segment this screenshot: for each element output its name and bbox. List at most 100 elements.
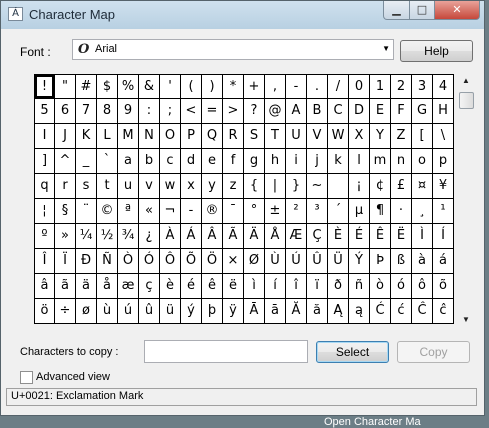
char-cell[interactable]: n [391,149,412,174]
char-cell[interactable]: ø [76,299,97,324]
char-cell[interactable]: E [370,99,391,124]
char-cell[interactable]: v [139,174,160,199]
char-cell[interactable]: Ý [349,249,370,274]
char-cell[interactable]: < [181,99,202,124]
char-cell[interactable]: Â [202,224,223,249]
char-cell[interactable]: î [286,274,307,299]
char-cell[interactable]: ´ [328,199,349,224]
char-cell[interactable]: D [349,99,370,124]
char-cell[interactable]: 0 [349,74,370,99]
char-cell[interactable]: Ü [328,249,349,274]
char-cell[interactable]: Ć [370,299,391,324]
char-cell[interactable]: ( [181,74,202,99]
char-cell[interactable]: Ā [244,299,265,324]
char-cell[interactable]: á [433,249,454,274]
char-cell[interactable]: ¸ [412,199,433,224]
char-cell[interactable]: Ĉ [412,299,433,324]
char-cell[interactable]: Ð [76,249,97,274]
char-cell[interactable]: ^ [55,149,76,174]
char-cell[interactable]: ? [244,99,265,124]
scroll-up-arrow-icon[interactable]: ▲ [462,76,470,85]
char-cell[interactable]: Ç [307,224,328,249]
char-cell[interactable]: 8 [97,99,118,124]
char-cell[interactable]: ß [391,249,412,274]
copy-button[interactable]: Copy [397,341,470,363]
char-cell[interactable]: S [244,124,265,149]
characters-to-copy-input[interactable] [144,340,308,363]
char-cell[interactable]: ā [265,299,286,324]
char-cell[interactable]: N [139,124,160,149]
char-cell[interactable]: ô [412,274,433,299]
scroll-down-arrow-icon[interactable]: ▼ [462,315,470,324]
char-cell[interactable]: O [160,124,181,149]
char-cell[interactable]: ¯ [223,199,244,224]
char-cell[interactable]: y [202,174,223,199]
char-cell[interactable]: Å [265,224,286,249]
char-cell[interactable]: ă [307,299,328,324]
char-cell[interactable]: ã [55,274,76,299]
char-cell[interactable]: © [97,199,118,224]
char-cell[interactable]: m [370,149,391,174]
char-cell[interactable]: Í [433,224,454,249]
char-cell[interactable]: ) [202,74,223,99]
char-cell[interactable]: ¨ [76,199,97,224]
char-cell[interactable]: i [286,149,307,174]
char-cell[interactable]: × [223,249,244,274]
char-cell[interactable]: d [181,149,202,174]
char-cell[interactable]: W [328,124,349,149]
char-cell[interactable]: ° [244,199,265,224]
char-cell[interactable]: : [139,99,160,124]
grid-scrollbar[interactable]: ▲ ▼ [458,74,475,326]
char-cell[interactable]: Ë [391,224,412,249]
char-cell[interactable]: o [412,149,433,174]
char-cell[interactable]: . [307,74,328,99]
char-cell[interactable]: = [202,99,223,124]
char-cell[interactable]: 3 [412,74,433,99]
char-cell[interactable]: Ó [139,249,160,274]
char-cell[interactable]: ĉ [433,299,454,324]
char-cell[interactable]: Ï [55,249,76,274]
char-cell[interactable]: ą [349,299,370,324]
char-cell[interactable]: ¬ [160,199,181,224]
char-cell[interactable]: ð [328,274,349,299]
char-cell[interactable]: a [118,149,139,174]
char-cell[interactable]: þ [202,299,223,324]
char-cell[interactable]: 1 [370,74,391,99]
char-cell[interactable]: R [223,124,244,149]
char-cell[interactable]: ¥ [433,174,454,199]
char-cell[interactable]: ' [160,74,181,99]
char-cell[interactable]: ª [118,199,139,224]
char-cell[interactable]: è [160,274,181,299]
char-cell[interactable]: A [286,99,307,124]
char-cell[interactable]: ± [265,199,286,224]
char-cell[interactable]: I [34,124,55,149]
char-cell[interactable]: å [97,274,118,299]
char-cell[interactable]: p [433,149,454,174]
char-cell[interactable]: b [139,149,160,174]
char-cell[interactable]: Ö [202,249,223,274]
char-cell[interactable]: ć [391,299,412,324]
char-cell[interactable]: # [76,74,97,99]
char-cell[interactable]: ö [34,299,55,324]
char-cell[interactable]: z [223,174,244,199]
char-cell[interactable]: â [34,274,55,299]
char-cell[interactable]: à [412,249,433,274]
char-cell[interactable]: e [202,149,223,174]
char-cell[interactable]: r [55,174,76,199]
char-cell[interactable]: ç [139,274,160,299]
char-cell[interactable]: c [160,149,181,174]
font-dropdown[interactable]: O Arial ▼ [72,39,394,60]
char-cell[interactable]: F [391,99,412,124]
char-cell[interactable]: Ø [244,249,265,274]
char-cell[interactable]: 6 [55,99,76,124]
char-cell[interactable]: ² [286,199,307,224]
char-cell[interactable]: " [55,74,76,99]
char-cell[interactable]: k [328,149,349,174]
char-cell[interactable]: ! [34,74,55,99]
char-cell[interactable]: ä [76,274,97,299]
char-cell[interactable]: f [223,149,244,174]
char-cell[interactable] [328,174,349,199]
char-cell[interactable]: Ã [223,224,244,249]
char-cell[interactable]: Y [370,124,391,149]
char-cell[interactable]: ¤ [412,174,433,199]
